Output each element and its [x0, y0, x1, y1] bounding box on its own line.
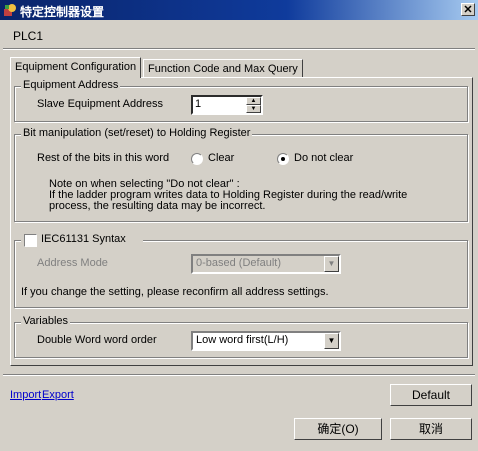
do-not-clear-radio-label[interactable]: Do not clear	[294, 152, 353, 164]
app-icon	[4, 4, 16, 16]
address-mode-label: Address Mode	[37, 257, 108, 269]
address-mode-select[interactable]: 0-based (Default) ▼	[191, 254, 341, 274]
address-mode-value: 0-based (Default)	[196, 257, 281, 269]
rest-of-bits-label: Rest of the bits in this word	[37, 152, 170, 164]
ok-button[interactable]: 确定(O)	[294, 418, 382, 440]
cancel-button[interactable]: 取消	[390, 418, 472, 440]
chevron-down-icon[interactable]: ▼	[324, 256, 339, 272]
default-button[interactable]: Default	[390, 384, 472, 406]
bit-manipulation-group: Bit manipulation (set/reset) to Holding …	[14, 127, 468, 222]
export-link[interactable]: Export	[42, 389, 74, 401]
slave-address-label: Slave Equipment Address	[37, 98, 163, 110]
title-bar: 特定控制器设置 ✕	[0, 0, 478, 20]
bit-manipulation-legend: Bit manipulation (set/reset) to Holding …	[21, 127, 253, 139]
divider-bottom	[3, 374, 475, 376]
import-link[interactable]: Import	[10, 389, 41, 401]
spin-down-icon[interactable]: ▼	[246, 105, 261, 113]
slave-address-stepper[interactable]: 1 ▲ ▼	[191, 95, 263, 115]
clear-radio[interactable]	[191, 153, 203, 165]
word-order-value: Low word first(L/H)	[196, 334, 289, 346]
variables-legend: Variables	[21, 315, 71, 327]
equipment-address-legend: Equipment Address	[21, 79, 121, 91]
spin-buttons[interactable]: ▲ ▼	[246, 97, 261, 113]
plc-name: PLC1	[13, 29, 44, 43]
note-line-3: process, the resulting data may be incor…	[49, 200, 266, 212]
word-order-select[interactable]: Low word first(L/H) ▼	[191, 331, 341, 351]
iec-group: IEC61131 Syntax Address Mode 0-based (De…	[14, 233, 468, 308]
equipment-address-group: Equipment Address Slave Equipment Addres…	[14, 79, 468, 122]
do-not-clear-radio[interactable]	[277, 153, 289, 165]
tab-equipment-configuration[interactable]: Equipment Configuration	[10, 57, 142, 78]
chevron-down-icon[interactable]: ▼	[324, 333, 339, 349]
variables-group: Variables Double Word word order Low wor…	[14, 315, 468, 358]
clear-radio-label[interactable]: Clear	[208, 152, 234, 164]
iec-legend: IEC61131 Syntax	[21, 233, 143, 247]
iec-syntax-label[interactable]: IEC61131 Syntax	[41, 233, 126, 245]
window-title: 特定控制器设置	[20, 5, 105, 19]
spin-up-icon[interactable]: ▲	[246, 97, 261, 105]
tab-function-code[interactable]: Function Code and Max Query	[143, 59, 303, 77]
word-order-label: Double Word word order	[37, 334, 157, 346]
reconfirm-note: If you change the setting, please reconf…	[21, 286, 329, 298]
slave-address-value: 1	[195, 98, 202, 110]
tab-panel: Equipment Address Slave Equipment Addres…	[10, 77, 473, 366]
close-button[interactable]: ✕	[461, 3, 475, 16]
divider-top	[3, 48, 475, 50]
iec-syntax-checkbox[interactable]	[24, 234, 37, 247]
